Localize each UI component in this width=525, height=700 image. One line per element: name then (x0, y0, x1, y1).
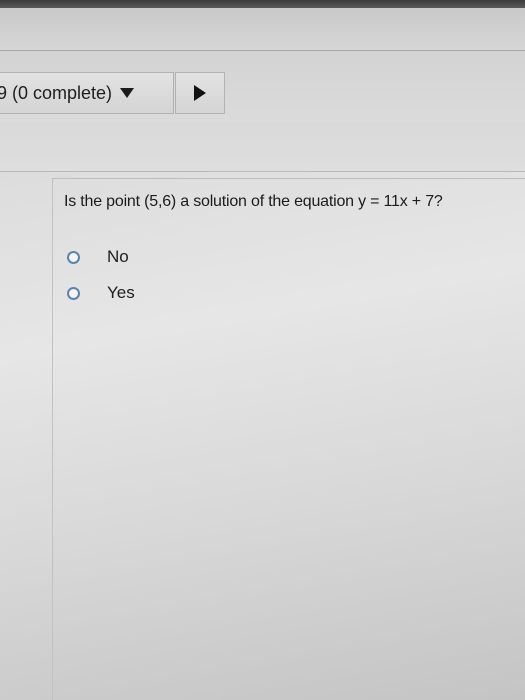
answer-option-no[interactable]: No (67, 246, 129, 268)
answer-option-label: Yes (107, 283, 135, 302)
question-prompt: Is the point (5,6) a solution of the equ… (64, 193, 443, 210)
next-question-button[interactable] (175, 72, 225, 114)
answer-option-label: No (107, 247, 129, 266)
play-right-icon (194, 85, 206, 101)
radio-button-yes[interactable] (67, 286, 80, 300)
header-band-divider (0, 171, 525, 172)
top-strip (0, 8, 525, 50)
question-progress-label: 9 (0 complete) (0, 82, 113, 103)
caret-down-icon (120, 88, 135, 98)
top-dark-edge (0, 0, 525, 8)
radio-button-no[interactable] (67, 250, 80, 264)
question-progress-dropdown[interactable]: 9 (0 complete) (0, 72, 174, 114)
header-band (0, 123, 525, 171)
answer-option-yes[interactable]: Yes (67, 282, 135, 304)
